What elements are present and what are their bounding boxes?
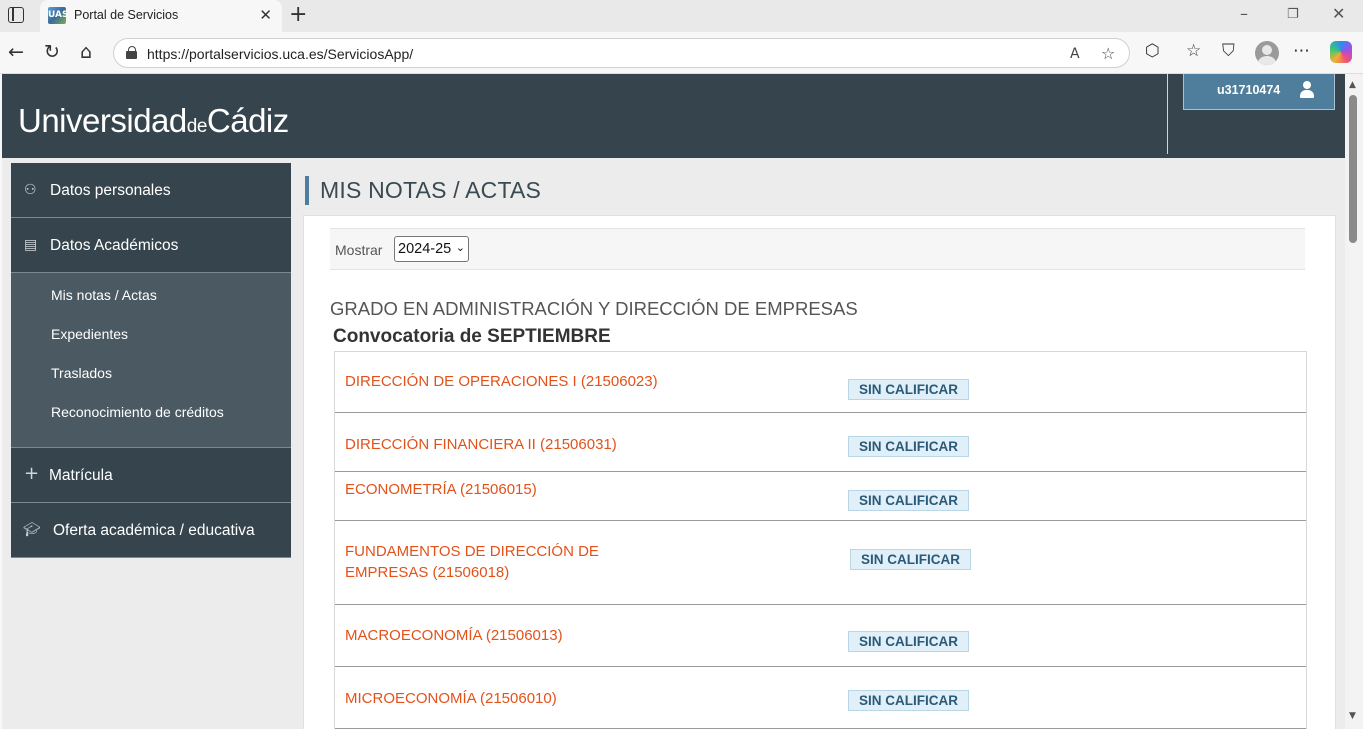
scroll-thumb[interactable] bbox=[1349, 95, 1357, 243]
grade-row: ECONOMETRÍA (21506015) SIN CALIFICAR bbox=[335, 472, 1306, 521]
scroll-down-icon[interactable]: ▼ bbox=[1349, 711, 1356, 721]
favorite-star-icon[interactable]: ☆ bbox=[1101, 44, 1115, 63]
page-scrollbar[interactable]: ▲ ▼ bbox=[1345, 74, 1363, 729]
chevron-down-icon: ⌄ bbox=[455, 241, 465, 254]
logo-suffix: Cádiz bbox=[206, 102, 289, 139]
back-icon[interactable]: ← bbox=[8, 41, 24, 63]
profile-avatar[interactable] bbox=[1255, 41, 1279, 65]
sidebar-item-datos-academicos[interactable]: ▤ Datos Académicos bbox=[11, 218, 291, 273]
extensions-icon[interactable]: ⬡ bbox=[1145, 41, 1160, 61]
tab-actions-icon[interactable] bbox=[8, 7, 24, 23]
sidebar-item-label: Datos Académicos bbox=[50, 237, 179, 254]
sidebar-subitem-traslados[interactable]: Traslados bbox=[11, 363, 291, 402]
university-logo[interactable]: UniversidaddeCádiz bbox=[18, 102, 289, 140]
year-select-value: 2024-25 bbox=[398, 241, 452, 257]
restore-icon[interactable]: ❐ bbox=[1287, 7, 1299, 22]
scroll-up-icon[interactable]: ▲ bbox=[1349, 80, 1356, 90]
sidebar-item-matricula[interactable]: + Matrícula bbox=[11, 448, 291, 503]
plus-icon: + bbox=[24, 463, 40, 484]
logo-middle: de bbox=[186, 116, 208, 137]
status-badge: SIN CALIFICAR bbox=[848, 379, 969, 400]
grade-subject[interactable]: DIRECCIÓN DE OPERACIONES I (21506023) bbox=[345, 371, 685, 392]
title-accent-bar bbox=[305, 176, 309, 205]
sidebar-subitem-reconocimiento[interactable]: Reconocimiento de créditos bbox=[11, 402, 291, 441]
status-badge: SIN CALIFICAR bbox=[850, 549, 971, 570]
lock-icon[interactable] bbox=[126, 46, 138, 59]
sidebar-menu: ⚇ Datos personales ▤ Datos Académicos Mi… bbox=[11, 163, 291, 558]
grade-subject[interactable]: FUNDAMENTOS DE DIRECCIÓN DE EMPRESAS (21… bbox=[345, 541, 685, 583]
browser-toolbar: ← ↻ ⌂ https://portalservicios.uca.es/Ser… bbox=[0, 32, 1363, 74]
site-header: UniversidaddeCádiz u31710474 bbox=[2, 74, 1345, 158]
user-icon bbox=[1300, 81, 1314, 99]
grade-subject[interactable]: DIRECCIÓN FINANCIERA II (21506031) bbox=[345, 434, 685, 455]
calendar-icon: ▤ bbox=[24, 237, 38, 253]
user-menu-button[interactable]: u31710474 bbox=[1183, 74, 1335, 110]
grade-row: MICROECONOMÍA (21506010) SIN CALIFICAR bbox=[335, 667, 1306, 729]
status-badge: SIN CALIFICAR bbox=[848, 631, 969, 652]
refresh-icon[interactable]: ↻ bbox=[44, 41, 60, 63]
sidebar-subitem-expedientes[interactable]: Expedientes bbox=[11, 324, 291, 363]
grade-row: MACROECONOMÍA (21506013) SIN CALIFICAR bbox=[335, 605, 1306, 667]
graduation-cap-icon: 🎓︎ bbox=[23, 522, 41, 538]
page-title: MIS NOTAS / ACTAS bbox=[320, 177, 542, 203]
degree-title: GRADO EN ADMINISTRACIÓN Y DIRECCIÓN DE E… bbox=[330, 298, 858, 319]
logo-prefix: Universidad bbox=[18, 102, 187, 139]
browser-tab-bar: UAS Portal de Servicios ✕ + – ❐ ✕ bbox=[0, 0, 1363, 32]
sidebar-item-label: Matrícula bbox=[49, 467, 113, 484]
grades-table: DIRECCIÓN DE OPERACIONES I (21506023) SI… bbox=[334, 351, 1307, 729]
username: u31710474 bbox=[1217, 83, 1281, 97]
tab-title: Portal de Servicios bbox=[74, 8, 179, 22]
content-panel: Mostrar 2024-25 ⌄ GRADO EN ADMINISTRACIÓ… bbox=[303, 215, 1336, 729]
grade-row: FUNDAMENTOS DE DIRECCIÓN DE EMPRESAS (21… bbox=[335, 521, 1306, 605]
status-badge: SIN CALIFICAR bbox=[848, 490, 969, 511]
favorites-icon[interactable]: ☆ bbox=[1186, 41, 1201, 61]
page-viewport: UniversidaddeCádiz u31710474 ⚇ Datos per… bbox=[2, 74, 1345, 729]
year-select[interactable]: 2024-25 ⌄ bbox=[394, 236, 469, 262]
person-icon: ⚇ bbox=[24, 182, 37, 198]
address-bar[interactable]: https://portalservicios.uca.es/Servicios… bbox=[113, 38, 1130, 68]
filter-bar: Mostrar 2024-25 ⌄ bbox=[330, 228, 1305, 270]
sidebar-item-datos-personales[interactable]: ⚇ Datos personales bbox=[11, 163, 291, 218]
copilot-icon[interactable] bbox=[1330, 41, 1352, 63]
status-badge: SIN CALIFICAR bbox=[848, 436, 969, 457]
filter-label: Mostrar bbox=[335, 242, 383, 258]
favicon-icon: UAS bbox=[48, 7, 68, 24]
status-badge: SIN CALIFICAR bbox=[848, 690, 969, 711]
more-icon[interactable]: ⋯ bbox=[1293, 41, 1310, 61]
grade-row: DIRECCIÓN FINANCIERA II (21506031) SIN C… bbox=[335, 413, 1306, 472]
sidebar-item-label: Oferta académica / educativa bbox=[53, 522, 255, 539]
shield-icon[interactable]: ⛉ bbox=[1222, 41, 1235, 61]
sidebar-item-label: Datos personales bbox=[50, 182, 171, 199]
sidebar-subitem-mis-notas[interactable]: Mis notas / Actas bbox=[11, 285, 291, 324]
url-text[interactable]: https://portalservicios.uca.es/Servicios… bbox=[147, 46, 413, 62]
new-tab-icon[interactable]: + bbox=[289, 2, 307, 27]
close-window-icon[interactable]: ✕ bbox=[1332, 4, 1345, 23]
convocatoria-title: Convocatoria de SEPTIEMBRE bbox=[333, 326, 611, 347]
home-icon[interactable]: ⌂ bbox=[80, 41, 92, 63]
grade-row: DIRECCIÓN DE OPERACIONES I (21506023) SI… bbox=[335, 352, 1306, 413]
read-aloud-icon[interactable]: A bbox=[1070, 46, 1080, 62]
grade-subject[interactable]: MICROECONOMÍA (21506010) bbox=[345, 688, 685, 709]
browser-tab[interactable]: UAS Portal de Servicios ✕ bbox=[40, 0, 282, 32]
sidebar-item-oferta[interactable]: 🎓︎ Oferta académica / educativa bbox=[11, 503, 291, 558]
grade-subject[interactable]: ECONOMETRÍA (21506015) bbox=[345, 479, 685, 500]
sidebar-submenu: Mis notas / Actas Expedientes Traslados … bbox=[11, 273, 291, 448]
header-divider bbox=[1167, 74, 1168, 154]
close-tab-icon[interactable]: ✕ bbox=[259, 6, 272, 24]
grade-subject[interactable]: MACROECONOMÍA (21506013) bbox=[345, 625, 685, 646]
minimize-icon[interactable]: – bbox=[1240, 4, 1248, 23]
